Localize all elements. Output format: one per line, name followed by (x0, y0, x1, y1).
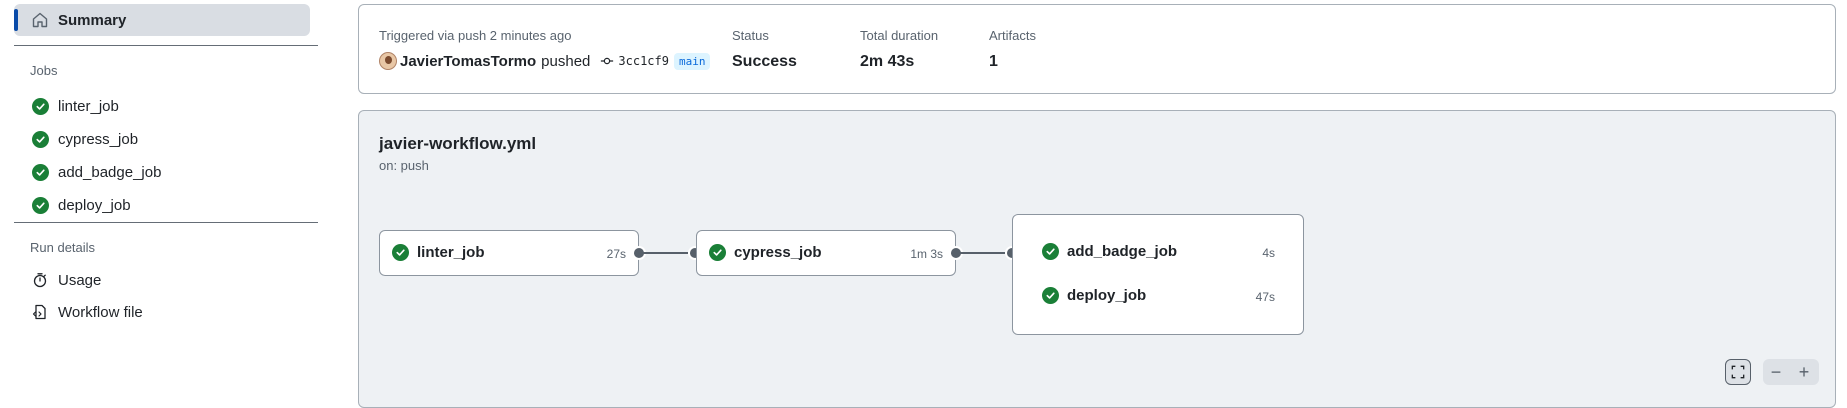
job-connector (642, 252, 688, 254)
job-name: deploy_job (1067, 287, 1147, 304)
jobs-heading: Jobs (30, 63, 58, 78)
check-circle-icon (30, 162, 50, 182)
workflow-name: javier-workflow.yml (379, 134, 537, 153)
divider (14, 222, 318, 223)
sidebar-item-label: deploy_job (58, 196, 131, 214)
check-circle-icon (1042, 287, 1059, 304)
file-code-icon (30, 302, 50, 322)
sidebar-item-label: cypress_job (58, 130, 139, 148)
actor-link[interactable]: JavierTomasTormo (400, 53, 536, 70)
job-node-cypress-job[interactable]: cypress_job 1m 3s (696, 230, 956, 276)
sidebar-item-workflow-file[interactable]: Workflow file (14, 296, 143, 328)
job-name: add_badge_job (1067, 243, 1178, 260)
duration-label: Total duration (860, 28, 939, 43)
job-node-add-badge-job[interactable]: add_badge_job (1042, 243, 1177, 260)
commit-sha-link[interactable]: 3cc1cf9 (618, 54, 669, 68)
job-row[interactable]: linter_job (392, 244, 485, 261)
check-circle-icon (1042, 243, 1059, 260)
branch-badge[interactable]: main (673, 52, 711, 70)
sidebar-item-label: Usage (58, 271, 102, 289)
trigger-text: Triggered via push 2 minutes ago (379, 28, 572, 43)
workflow-graph: javier-workflow.yml on: push linter_job … (358, 110, 1836, 408)
sidebar-item-cypress-job[interactable]: cypress_job (14, 123, 138, 155)
check-circle-icon (709, 244, 726, 261)
commit-icon (601, 57, 614, 65)
job-node-deploy-job[interactable]: deploy_job (1042, 287, 1146, 304)
check-circle-icon (30, 96, 50, 116)
fullscreen-button[interactable] (1725, 359, 1751, 385)
run-summary-card: Triggered via push 2 minutes ago JavierT… (358, 4, 1836, 94)
sidebar: Summary Jobs linter_job cypress_job add_… (0, 0, 320, 408)
sidebar-item-deploy-job[interactable]: deploy_job (14, 189, 131, 221)
zoom-out-button[interactable]: − (1763, 359, 1789, 385)
sidebar-item-label: Summary (58, 11, 127, 29)
job-node-linter-job[interactable]: linter_job 27s (379, 230, 639, 276)
avatar[interactable] (379, 52, 397, 70)
zoom-in-button[interactable]: + (1791, 359, 1817, 385)
trigger-info: JavierTomasTormo pushed 3cc1cf9 main (379, 52, 711, 70)
job-name: linter_job (417, 244, 485, 261)
job-duration: 47s (1255, 290, 1275, 304)
divider (14, 45, 318, 46)
sidebar-item-usage[interactable]: Usage (14, 264, 101, 296)
job-duration: 1m 3s (910, 247, 943, 261)
home-icon (30, 10, 50, 30)
active-indicator (14, 9, 18, 31)
stopwatch-icon (30, 270, 50, 290)
job-duration: 27s (606, 247, 626, 261)
job-duration: 4s (1262, 246, 1275, 260)
job-connector (959, 252, 1005, 254)
duration-value: 2m 43s (860, 53, 915, 70)
status-value: Success (732, 53, 797, 70)
sidebar-item-summary[interactable]: Summary (14, 4, 310, 36)
run-details-heading: Run details (30, 240, 96, 255)
check-circle-icon (30, 195, 50, 215)
check-circle-icon (30, 129, 50, 149)
sidebar-item-label: linter_job (58, 97, 119, 115)
job-row[interactable]: cypress_job (709, 244, 822, 261)
job-group: add_badge_job 4s deploy_job 47s (1012, 214, 1304, 335)
status-label: Status (732, 28, 769, 43)
sidebar-item-label: Workflow file (58, 303, 143, 321)
job-name: cypress_job (734, 244, 822, 261)
fullscreen-icon (1731, 365, 1745, 379)
workflow-trigger: on: push (379, 158, 429, 173)
check-circle-icon (392, 244, 409, 261)
sidebar-item-linter-job[interactable]: linter_job (14, 90, 119, 122)
sidebar-item-label: add_badge_job (58, 163, 162, 181)
sidebar-item-add-badge-job[interactable]: add_badge_job (14, 156, 161, 188)
action-text: pushed (541, 52, 591, 70)
artifacts-value[interactable]: 1 (989, 53, 998, 71)
artifacts-label: Artifacts (989, 28, 1036, 43)
